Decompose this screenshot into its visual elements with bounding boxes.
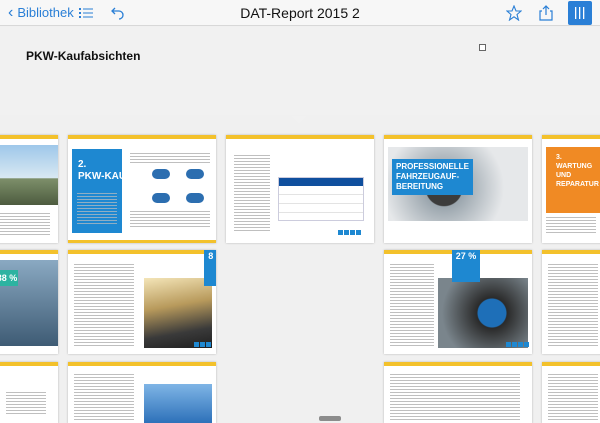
page-thumbnail[interactable]: 38 % [0, 250, 58, 354]
page-thumbnail[interactable] [226, 135, 374, 243]
page-photo [144, 278, 212, 348]
page-photo [438, 278, 528, 348]
page-thumbnail[interactable]: PROFESSIONELLE FAHRZEUGAUF- BEREITUNG [384, 135, 532, 243]
scroll-handle[interactable] [319, 416, 341, 421]
percent-badge: 27 % [452, 250, 480, 282]
chapter-heading: 2. PKW-KAUF [78, 159, 133, 182]
star-icon[interactable] [504, 4, 524, 22]
page-thumbnail[interactable]: 3. WARTUNG UND REPARATUR [542, 135, 600, 243]
share-icon[interactable] [536, 4, 556, 22]
page-thumbnail[interactable] [542, 250, 600, 354]
toolbar: ‹ Bibliothek DAT-Report 2015 2 [0, 0, 600, 26]
percent-badge: 8 % [204, 250, 216, 286]
chapter-heading: 3. WARTUNG UND REPARATUR [556, 154, 599, 188]
page-thumbnail[interactable] [542, 362, 600, 423]
page-thumbnail[interactable]: 8 % [68, 250, 216, 354]
page-thumbnail[interactable]: 27 % [384, 250, 532, 354]
section-title: PKW-Kaufabsichten [26, 49, 141, 63]
chapter-heading: PROFESSIONELLE FAHRZEUGAUF- BEREITUNG [392, 159, 473, 195]
percent-badge: 38 % [0, 270, 18, 286]
section-toggle-button[interactable] [479, 44, 486, 51]
popover-notch [292, 116, 306, 123]
page-photo [0, 145, 58, 205]
page-thumbnail[interactable] [0, 362, 58, 423]
grid-view-button[interactable] [568, 1, 592, 25]
page-thumbnail[interactable]: 2. PKW-KAUF [68, 135, 216, 243]
page-thumbnail[interactable] [384, 362, 532, 423]
section-header: PKW-Kaufabsichten [0, 27, 600, 115]
grid-view-icon [575, 7, 585, 19]
chapter-panel: 2. PKW-KAUF [72, 149, 132, 233]
page-thumbnail[interactable] [0, 135, 58, 243]
page-thumbnail[interactable] [68, 362, 216, 423]
data-table-preview [278, 177, 364, 221]
